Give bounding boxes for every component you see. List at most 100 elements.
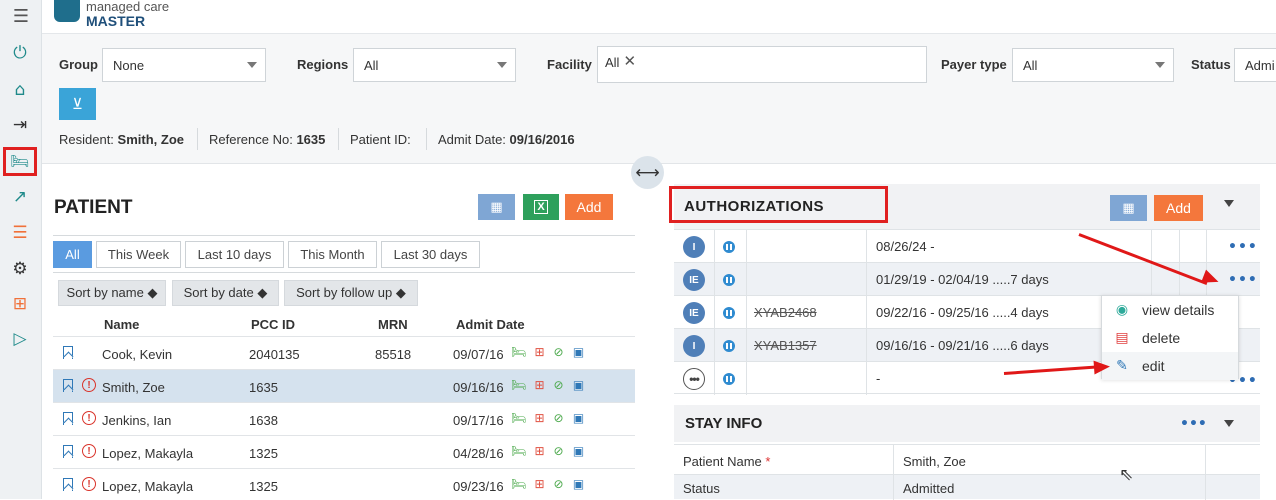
gear-icon[interactable]: ⚙	[6, 256, 34, 282]
table-row[interactable]: Cook, Kevin 2040135 85518 09/07/16 🛏 ⊞ ⊘…	[53, 336, 635, 369]
pause-icon[interactable]	[723, 241, 735, 253]
patient-name: Lopez, Makayla	[102, 446, 194, 461]
play-box-icon[interactable]: ▷	[6, 326, 34, 352]
menu-item-delete[interactable]: ▤ delete	[1102, 324, 1238, 352]
more-options-icon[interactable]: •••	[1228, 272, 1258, 288]
facility-multiselect[interactable]: All ✕	[597, 46, 927, 83]
medical-box-icon[interactable]: ⊞	[6, 291, 34, 317]
bookmark-icon[interactable]	[63, 445, 73, 458]
more-options-icon[interactable]: •••	[1228, 239, 1258, 255]
chart-icon[interactable]: ↗	[6, 184, 34, 210]
pause-icon[interactable]	[723, 307, 735, 319]
more-options-icon[interactable]: •••	[1180, 416, 1207, 432]
pause-icon[interactable]	[723, 373, 735, 385]
status-select[interactable]: Admi	[1234, 48, 1276, 82]
bed-icon[interactable]: 🛏	[511, 379, 526, 392]
patient-name: Cook, Kevin	[102, 347, 173, 362]
chevron-down-icon	[247, 62, 257, 68]
login-icon[interactable]: ⇥	[6, 112, 34, 138]
tab-all[interactable]: All	[53, 241, 92, 268]
stay-field-label: Status	[683, 481, 720, 496]
regions-select-value: All	[364, 57, 379, 73]
collapse-caret-icon[interactable]	[1224, 420, 1234, 427]
grid-view-button[interactable]: ▦	[1110, 195, 1147, 221]
table-row[interactable]: ! Smith, Zoe 1635 09/16/16 🛏 ⊞ ⊘ ▣	[53, 369, 635, 402]
bed-icon[interactable]: 🛏	[3, 147, 37, 176]
reference-label: Reference No:	[209, 132, 293, 147]
power-icon[interactable]: ⏻	[6, 40, 34, 66]
divider	[893, 475, 894, 500]
pause-icon[interactable]	[723, 274, 735, 286]
checklist-icon[interactable]: ☰	[6, 220, 34, 246]
sort-by-follow-up-button[interactable]: Sort by follow up ◆	[284, 280, 418, 306]
tab-this-month[interactable]: This Month	[288, 241, 377, 268]
bookmark-icon[interactable]	[63, 412, 73, 425]
panel-splitter-icon[interactable]: ⟷	[631, 156, 664, 189]
pills-icon[interactable]: ⊘	[552, 445, 565, 458]
add-patient-button[interactable]: Add	[565, 194, 613, 220]
patient-pcc-id: 2040135	[249, 347, 300, 362]
payer-type-select[interactable]: All	[1012, 48, 1174, 82]
grid-view-button[interactable]: ▦	[478, 194, 515, 220]
column-header-name[interactable]: Name	[104, 317, 139, 332]
home-icon[interactable]: ⌂	[6, 77, 34, 103]
pills-icon[interactable]: ⊘	[552, 346, 565, 359]
bed-icon[interactable]: 🛏	[511, 412, 526, 425]
tab-last-30-days[interactable]: Last 30 days	[381, 241, 480, 268]
pills-icon[interactable]: ⊘	[552, 412, 565, 425]
bed-icon[interactable]: 🛏	[511, 445, 526, 458]
clipboard-icon[interactable]: ▣	[572, 412, 585, 425]
column-header-admit-date[interactable]: Admit Date	[456, 317, 525, 332]
close-icon[interactable]: ✕	[623, 54, 636, 69]
sort-by-date-button[interactable]: Sort by date ◆	[172, 280, 279, 306]
column-header-pcc-id[interactable]: PCC ID	[251, 317, 295, 332]
authorization-row[interactable]: IE 01/29/19 - 02/04/19 .....7 days •••	[674, 262, 1260, 296]
authorization-row[interactable]: I 08/26/24 - •••	[674, 229, 1260, 263]
add-authorization-button[interactable]: Add	[1154, 195, 1203, 221]
patient-name: Lopez, Makayla	[102, 479, 194, 494]
table-row[interactable]: ! Jenkins, Ian 1638 09/17/16 🛏 ⊞ ⊘ ▣	[53, 402, 635, 435]
pause-icon[interactable]	[723, 340, 735, 352]
table-row[interactable]: ! Lopez, Makayla 1325 04/28/16 🛏 ⊞ ⊘ ▣	[53, 435, 635, 468]
patient-id-info: Patient ID:	[350, 132, 411, 147]
auth-type-badge: I	[683, 335, 705, 357]
stay-info-row: Status Admitted	[674, 474, 1260, 500]
clipboard-icon[interactable]: ▣	[572, 478, 585, 491]
tab-this-week[interactable]: This Week	[96, 241, 181, 268]
annotation-arrowhead	[1093, 359, 1111, 375]
collapse-caret-icon[interactable]	[1224, 200, 1234, 207]
divider	[1151, 230, 1152, 263]
medical-box-icon[interactable]: ⊞	[533, 445, 546, 458]
table-row[interactable]: ! Lopez, Makayla 1325 09/23/16 🛏 ⊞ ⊘ ▣	[53, 468, 635, 499]
sort-by-name-button[interactable]: Sort by name ◆	[58, 280, 166, 306]
clipboard-icon[interactable]: ▣	[572, 379, 585, 392]
clipboard-icon[interactable]: ▣	[572, 445, 585, 458]
medical-box-icon[interactable]: ⊞	[533, 412, 546, 425]
bed-icon[interactable]: 🛏	[511, 346, 526, 359]
alert-icon: !	[82, 444, 96, 458]
medical-box-icon[interactable]: ⊞	[533, 379, 546, 392]
menu-item-edit[interactable]: ✎ edit	[1102, 352, 1238, 380]
patient-name: Smith, Zoe	[102, 380, 165, 395]
clipboard-icon[interactable]: ▣	[572, 346, 585, 359]
patient-mrn: 85518	[375, 347, 412, 362]
bookmark-icon[interactable]	[63, 346, 73, 359]
column-header-mrn[interactable]: MRN	[378, 317, 408, 332]
group-select[interactable]: None	[102, 48, 266, 82]
medical-box-icon[interactable]: ⊞	[533, 478, 546, 491]
export-excel-button[interactable]: X	[523, 194, 559, 220]
divider	[1151, 263, 1152, 296]
medical-box-icon[interactable]: ⊞	[533, 346, 546, 359]
bed-icon[interactable]: 🛏	[511, 478, 526, 491]
menu-item-view-details[interactable]: ◉ view details	[1102, 296, 1238, 324]
pills-icon[interactable]: ⊘	[552, 379, 565, 392]
regions-select[interactable]: All	[353, 48, 516, 82]
bookmark-icon[interactable]	[63, 478, 73, 491]
tab-last-10-days[interactable]: Last 10 days	[185, 241, 284, 268]
pills-icon[interactable]: ⊘	[552, 478, 565, 491]
patient-id-label: Patient ID:	[350, 132, 411, 147]
resident-info: Resident: Smith, Zoe	[59, 132, 184, 147]
clear-filter-button[interactable]: ⊻	[59, 88, 96, 120]
hamburger-menu-icon[interactable]: ☰	[7, 4, 35, 30]
bookmark-icon[interactable]	[63, 379, 73, 392]
